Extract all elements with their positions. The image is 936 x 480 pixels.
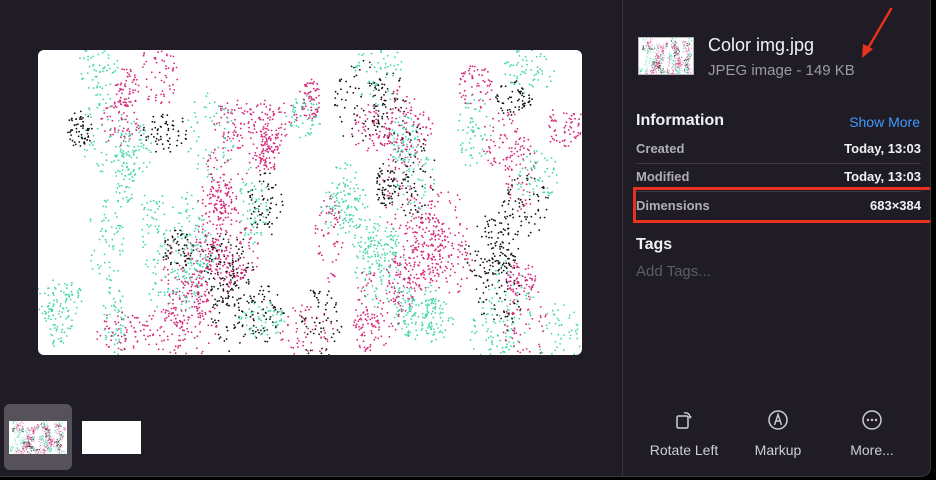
info-label: Dimensions [636, 198, 710, 213]
info-row-created: Created Today, 13:03 [636, 135, 921, 164]
main-image-preview[interactable] [38, 50, 582, 355]
info-value: 683×384 [870, 198, 921, 213]
preview-window: Color img.jpg JPEG image - 149 KB Inform… [0, 0, 931, 477]
more-button[interactable]: More... [827, 408, 917, 458]
ellipsis-circle-icon [862, 410, 882, 430]
info-label: Modified [636, 169, 690, 184]
red-annotation-arrow-icon [862, 7, 893, 58]
preview-pane [0, 0, 622, 476]
show-more-link[interactable]: Show More [849, 114, 920, 130]
thumbnail-strip [4, 404, 304, 472]
tags-heading: Tags [636, 236, 673, 253]
file-thumbnail [638, 37, 694, 75]
markup-label: Markup [754, 442, 802, 458]
info-row-dimensions: Dimensions 683×384 [633, 187, 930, 223]
markup-pen-icon [768, 410, 788, 430]
thumbnail-1-selected[interactable] [4, 404, 72, 470]
rotate-left-icon [676, 412, 692, 429]
markup-button[interactable]: Markup [733, 408, 823, 458]
scatter-artwork [38, 50, 582, 355]
rotate-left-button[interactable]: Rotate Left [639, 408, 729, 458]
thumbnail-2[interactable] [76, 404, 144, 470]
info-label: Created [636, 141, 685, 156]
file-name: Color img.jpg [708, 35, 815, 55]
thumbnail-1-image [9, 421, 67, 454]
info-value: Today, 13:03 [844, 141, 921, 156]
rotate-left-label: Rotate Left [649, 442, 719, 458]
more-label: More... [850, 442, 894, 458]
information-heading: Information [636, 112, 724, 129]
info-value: Today, 13:03 [844, 169, 921, 184]
add-tags-field[interactable]: Add Tags... [636, 263, 711, 280]
thumbnail-2-image [82, 421, 141, 454]
file-kind-size: JPEG image - 149 KB [708, 62, 855, 79]
inspector-panel: Color img.jpg JPEG image - 149 KB Inform… [623, 0, 930, 476]
